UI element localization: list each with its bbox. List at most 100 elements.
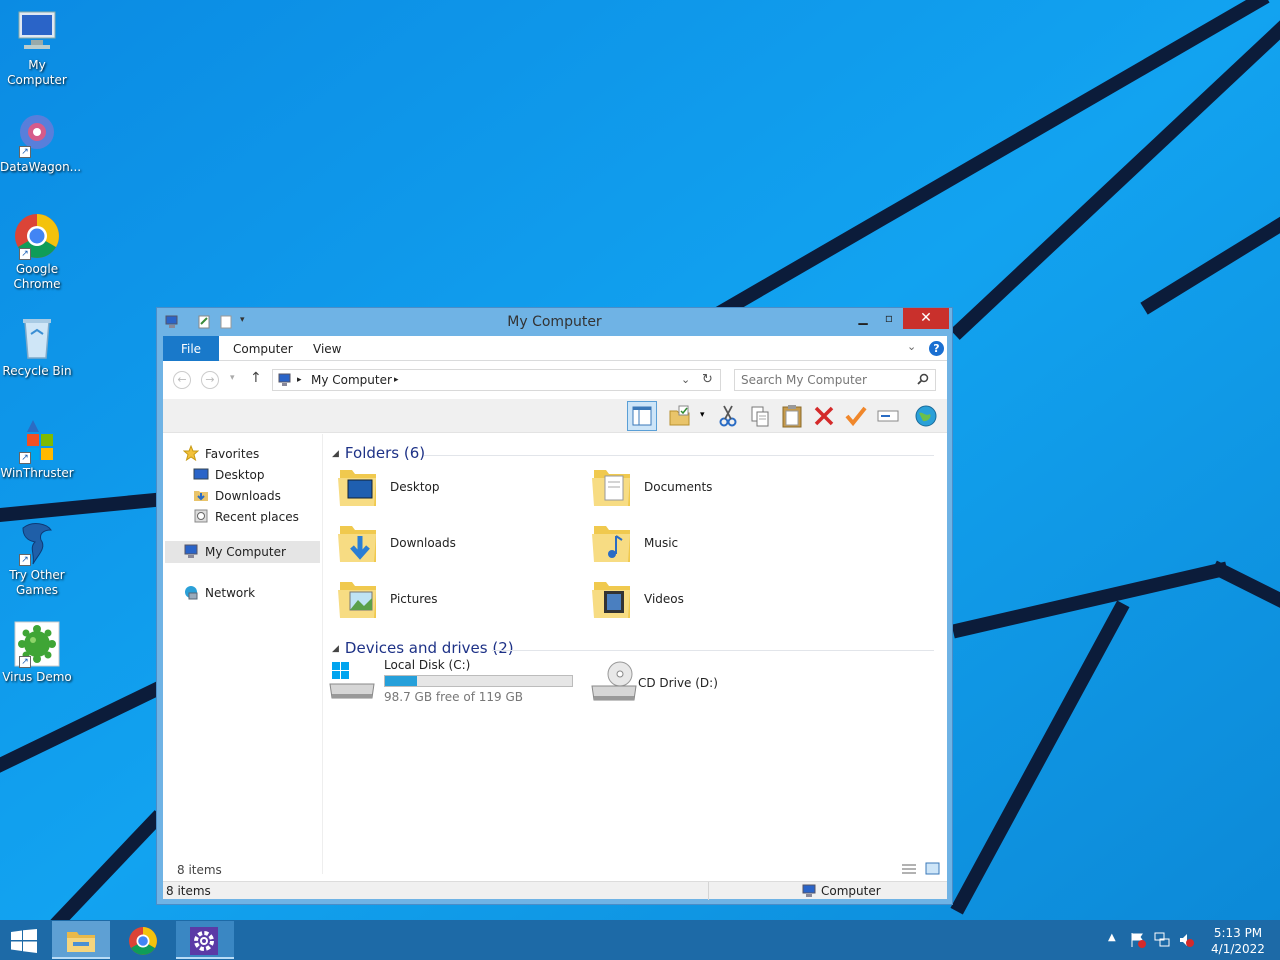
clock-date: 4/1/2022 — [1211, 942, 1265, 956]
disk-free-space: 98.7 GB free of 119 GB — [384, 690, 523, 704]
nav-recent-places[interactable]: Recent places — [193, 507, 299, 527]
desktop-icon-datawagon[interactable]: ↗ DataWagon... — [0, 110, 82, 175]
folder-tile-downloads[interactable]: Downloads — [324, 518, 564, 570]
delete-icon[interactable] — [811, 403, 837, 429]
pictures-folder-icon — [336, 574, 380, 622]
nav-favorites[interactable]: Favorites — [182, 444, 259, 464]
desktop-icon-label: DataWagon... — [0, 160, 82, 174]
taskbar-chrome[interactable] — [114, 921, 172, 959]
address-bar[interactable]: ▸ My Computer ▸ ⌄ ↻ — [272, 369, 721, 391]
local-disk-label: Local Disk (C:) — [384, 658, 471, 672]
close-button[interactable]: ✕ — [903, 308, 949, 329]
navigation-pane: Favorites Desktop Downloads Recent place… — [163, 434, 323, 874]
folder-options-icon[interactable] — [667, 403, 693, 429]
nav-desktop[interactable]: Desktop — [193, 465, 265, 485]
desktop-icon-virus-demo[interactable]: ↗ Virus Demo — [0, 620, 74, 685]
address-history-chevron-icon[interactable]: ⌄ — [681, 373, 690, 386]
desktop-icon-winthruster[interactable]: ↗ WinThruster — [0, 416, 74, 481]
refresh-icon[interactable]: ↻ — [702, 372, 713, 387]
taskbar-settings[interactable] — [176, 921, 234, 959]
tray-clock[interactable]: 5:13 PM 4/1/2022 — [1196, 925, 1280, 957]
breadcrumb-chevron-icon[interactable]: ▸ — [394, 375, 399, 385]
collapse-triangle-icon[interactable]: ◢ — [332, 449, 339, 459]
explorer-window[interactable]: ▾ My Computer ▁ ▫ ✕ File Computer View ⌄… — [156, 307, 953, 905]
up-arrow-icon[interactable]: ↑ — [250, 370, 262, 386]
nav-network[interactable]: Network — [183, 583, 255, 603]
collapse-triangle-icon[interactable]: ◢ — [332, 644, 339, 654]
maximize-button[interactable]: ▫ — [876, 308, 902, 329]
minimize-button[interactable]: ▁ — [850, 308, 876, 329]
volume-muted-icon[interactable] — [1178, 932, 1194, 951]
folder-tile-videos[interactable]: Videos — [578, 574, 818, 626]
toolbar: ▾ — [163, 399, 947, 433]
tab-computer[interactable]: Computer — [233, 336, 293, 361]
back-arrow-icon[interactable]: ← — [173, 371, 191, 389]
status-location: Computer — [821, 884, 881, 898]
tab-file[interactable]: File — [163, 336, 219, 361]
videos-folder-icon — [590, 574, 634, 622]
desktop-icon-my-computer[interactable]: My Computer — [0, 8, 74, 88]
status-bar: 8 items Computer — [163, 881, 947, 901]
view-switcher — [901, 862, 941, 876]
title-bar[interactable]: ▾ My Computer ▁ ▫ ✕ — [157, 308, 952, 336]
item-count: 8 items — [177, 863, 222, 877]
recycle-bin-icon — [13, 314, 61, 362]
shortcut-arrow-icon: ↗ — [19, 452, 31, 464]
desktop-icon-google-chrome[interactable]: ↗ Google Chrome — [0, 212, 74, 292]
desktop-icon-label: My Computer — [7, 58, 67, 87]
chevron-down-icon[interactable]: ⌄ — [907, 340, 916, 353]
network-globe-icon[interactable] — [913, 403, 939, 429]
documents-folder-icon — [590, 462, 634, 510]
select-checkmark-icon[interactable] — [843, 403, 869, 429]
breadcrumb-my-computer[interactable]: My Computer — [311, 373, 392, 387]
breadcrumb-separator-icon[interactable]: ▸ — [297, 375, 302, 385]
gear-icon — [189, 926, 219, 959]
drive-tile-local-disk-c[interactable]: Local Disk (C:) 98.7 GB free of 119 GB — [324, 656, 574, 708]
folder-tile-pictures[interactable]: Pictures — [324, 574, 564, 626]
folder-options-chevron-icon[interactable]: ▾ — [700, 410, 705, 420]
large-icons-view-icon[interactable] — [925, 862, 941, 879]
recent-locations-chevron-icon[interactable]: ▾ — [230, 373, 235, 383]
nav-downloads[interactable]: Downloads — [193, 486, 281, 506]
search-box[interactable] — [734, 369, 936, 391]
group-divider — [424, 455, 934, 456]
desktop-icon-label: Recycle Bin — [2, 364, 72, 378]
computer-icon — [183, 543, 199, 559]
desktop-icon-try-other-games[interactable]: ↗ Try Other Games — [0, 518, 74, 598]
tray-overflow-chevron-icon[interactable]: ▲ — [1108, 932, 1116, 943]
preview-pane-icon[interactable] — [627, 401, 657, 431]
local-disk-icon — [328, 660, 376, 707]
virus-icon: ↗ — [13, 620, 61, 668]
search-input[interactable] — [741, 372, 911, 388]
start-windows-icon[interactable] — [10, 929, 38, 956]
action-center-flag-icon[interactable] — [1130, 932, 1146, 951]
shortcut-arrow-icon: ↗ — [19, 656, 31, 668]
drive-tile-cd-drive-d[interactable]: CD Drive (D:) — [578, 656, 818, 708]
help-icon[interactable]: ? — [929, 341, 944, 356]
tab-view[interactable]: View — [313, 336, 341, 361]
forward-arrow-icon[interactable]: → — [201, 371, 219, 389]
taskbar-file-explorer[interactable] — [52, 921, 110, 959]
rename-icon[interactable] — [875, 403, 901, 429]
window-body: File Computer View ⌄ ? ← → ▾ ↑ ▸ My Comp… — [163, 336, 947, 901]
desktop-icon-label: Google Chrome — [13, 262, 61, 291]
file-explorer-icon — [65, 926, 97, 957]
folder-tile-desktop[interactable]: Desktop — [324, 462, 564, 514]
details-view-icon[interactable] — [901, 862, 917, 879]
navigation-bar: ← → ▾ ↑ ▸ My Computer ▸ ⌄ ↻ — [163, 362, 947, 398]
address-computer-icon — [277, 373, 292, 390]
chrome-icon — [128, 926, 158, 959]
cut-icon[interactable] — [715, 403, 741, 429]
network-status-icon[interactable] — [1154, 932, 1170, 951]
search-icon[interactable] — [917, 373, 929, 388]
music-folder-icon — [590, 518, 634, 566]
clock-time: 5:13 PM — [1213, 926, 1263, 940]
folder-tile-documents[interactable]: Documents — [578, 462, 818, 514]
status-computer-icon — [801, 884, 817, 901]
folder-tile-music[interactable]: Music — [578, 518, 818, 570]
nav-my-computer[interactable]: My Computer — [165, 541, 320, 563]
paste-icon[interactable] — [779, 403, 805, 429]
copy-icon[interactable] — [747, 403, 773, 429]
content-pane: ◢ Folders (6) Desktop Documents Downloads… — [324, 434, 947, 874]
desktop-icon-recycle-bin[interactable]: Recycle Bin — [0, 314, 74, 379]
